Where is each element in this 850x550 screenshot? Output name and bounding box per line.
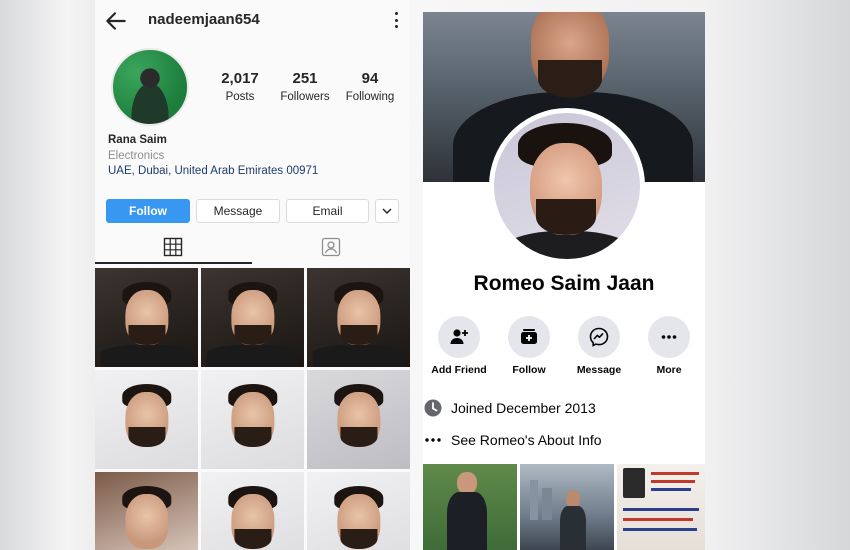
following-label: Following bbox=[345, 91, 395, 103]
message-button[interactable]: Message bbox=[196, 199, 280, 223]
joined-info-row: Joined December 2013 bbox=[423, 398, 705, 418]
instagram-username: nadeemjaan654 bbox=[148, 11, 260, 28]
suggestions-dropdown-button[interactable] bbox=[375, 199, 399, 223]
facebook-profile-panel: Romeo Saim Jaan Add Friend Follow Messag… bbox=[423, 12, 705, 550]
grid-photo[interactable] bbox=[95, 370, 198, 469]
posts-stat[interactable]: 2,017 Posts bbox=[210, 70, 270, 103]
posts-count: 2,017 bbox=[221, 70, 259, 87]
grid-photo[interactable] bbox=[95, 472, 198, 550]
follow-fb-button[interactable]: Follow bbox=[498, 316, 560, 376]
facebook-profile-name: Romeo Saim Jaan bbox=[473, 272, 655, 295]
email-button[interactable]: Email bbox=[286, 199, 369, 223]
grid-photo[interactable] bbox=[95, 268, 198, 367]
clock-icon bbox=[424, 399, 442, 417]
grid-icon[interactable] bbox=[163, 237, 183, 257]
grid-photo[interactable] bbox=[307, 268, 410, 367]
ellipsis-icon bbox=[425, 438, 441, 442]
message-fb-button[interactable]: Message bbox=[568, 316, 630, 376]
grid-photo[interactable] bbox=[201, 370, 304, 469]
follow-icon bbox=[521, 329, 537, 344]
facebook-photo-strip bbox=[423, 464, 705, 550]
more-vertical-icon[interactable] bbox=[392, 10, 400, 30]
instagram-tabs bbox=[95, 233, 410, 264]
photo-thumbnail[interactable] bbox=[520, 464, 614, 550]
instagram-profile-panel: nadeemjaan654 2,017 Posts 251 Followers … bbox=[95, 0, 410, 550]
add-friend-label: Add Friend bbox=[431, 364, 487, 376]
joined-text: Joined December 2013 bbox=[451, 400, 596, 416]
active-tab-indicator bbox=[95, 262, 252, 264]
instagram-location[interactable]: UAE, Dubai, United Arab Emirates 00971 bbox=[108, 165, 318, 177]
instagram-category: Electronics bbox=[108, 150, 165, 162]
about-info-row[interactable]: See Romeo's About Info bbox=[423, 430, 705, 450]
photo-thumbnail[interactable] bbox=[423, 464, 517, 550]
grid-photo[interactable] bbox=[201, 268, 304, 367]
back-arrow-icon[interactable] bbox=[103, 8, 129, 34]
followers-stat[interactable]: 251 Followers bbox=[275, 70, 335, 103]
more-button[interactable]: More bbox=[638, 316, 700, 376]
followers-count: 251 bbox=[292, 70, 318, 87]
chevron-down-icon bbox=[382, 208, 392, 215]
instagram-profile-name: Rana Saim bbox=[108, 134, 167, 146]
instagram-photo-grid bbox=[95, 268, 410, 550]
posts-label: Posts bbox=[225, 91, 255, 103]
instagram-action-buttons: Follow Message Email bbox=[106, 199, 399, 223]
grid-photo[interactable] bbox=[201, 472, 304, 550]
more-label: More bbox=[656, 364, 682, 376]
message-label: Message bbox=[576, 364, 622, 376]
add-friend-icon bbox=[450, 329, 468, 344]
facebook-avatar[interactable] bbox=[489, 108, 645, 264]
grid-photo[interactable] bbox=[307, 472, 410, 550]
photo-thumbnail[interactable] bbox=[617, 464, 705, 550]
follow-button[interactable]: Follow bbox=[106, 199, 190, 223]
facebook-action-buttons: Add Friend Follow Message More bbox=[428, 316, 700, 376]
instagram-avatar[interactable] bbox=[111, 48, 189, 126]
following-stat[interactable]: 94 Following bbox=[340, 70, 400, 103]
more-horizontal-icon bbox=[661, 335, 677, 339]
following-count: 94 bbox=[361, 70, 379, 87]
instagram-header: nadeemjaan654 bbox=[95, 0, 410, 42]
add-friend-button[interactable]: Add Friend bbox=[428, 316, 490, 376]
follow-label: Follow bbox=[512, 364, 546, 376]
instagram-stats: 2,017 Posts 251 Followers 94 Following bbox=[210, 70, 400, 103]
tagged-icon[interactable] bbox=[321, 237, 341, 257]
messenger-icon bbox=[589, 327, 609, 347]
followers-label: Followers bbox=[280, 91, 330, 103]
grid-photo[interactable] bbox=[307, 370, 410, 469]
about-info-link[interactable]: See Romeo's About Info bbox=[451, 432, 602, 448]
